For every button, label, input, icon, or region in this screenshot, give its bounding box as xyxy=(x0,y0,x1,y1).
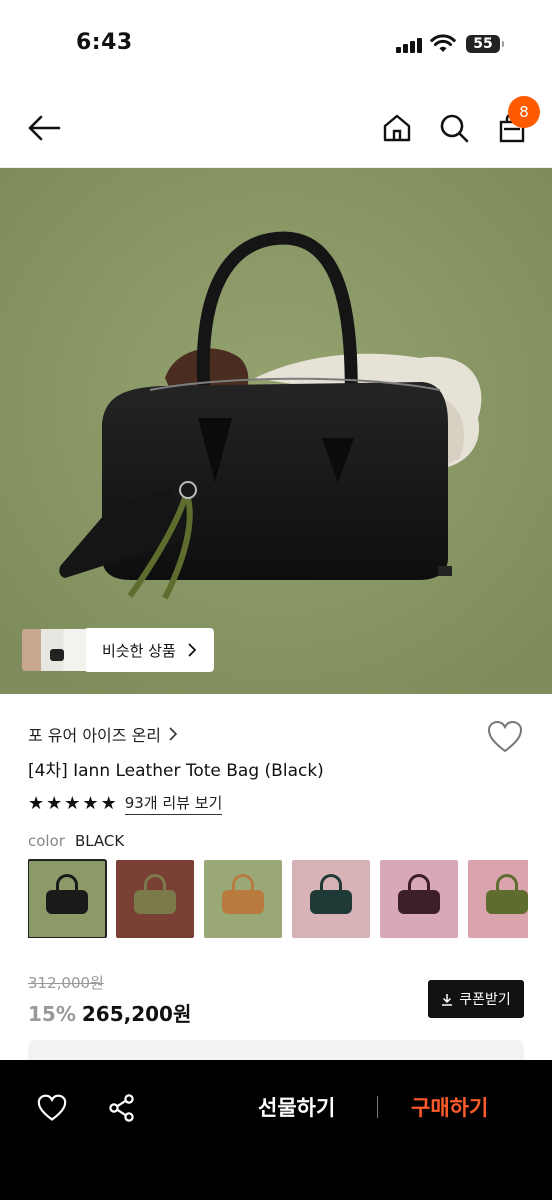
share-button[interactable] xyxy=(104,1090,140,1126)
color-selection: color BLACK xyxy=(28,832,124,850)
color-label: color xyxy=(28,832,65,850)
color-swatch[interactable] xyxy=(204,860,282,938)
star-icon: ★ xyxy=(100,792,117,814)
sale-price: 265,200원 xyxy=(81,1002,192,1026)
wifi-icon xyxy=(430,34,456,52)
rating-row: ★ ★ ★ ★ ★ 93개 리뷰 보기 xyxy=(28,792,223,815)
price-row: 15% 265,200원 xyxy=(28,998,191,1027)
heart-icon xyxy=(37,1094,67,1121)
status-bar: 6:43 55 xyxy=(0,0,552,90)
product-title: [4차] Iann Leather Tote Bag (Black) xyxy=(28,761,324,781)
similar-products-label: 비슷한 상품 xyxy=(102,641,176,660)
color-swatch[interactable] xyxy=(116,860,194,938)
cellular-signal-icon xyxy=(396,37,422,53)
brand-link[interactable]: 포 유어 아이즈 온리 xyxy=(28,722,178,746)
search-button[interactable] xyxy=(434,108,474,148)
discount-rate: 15% xyxy=(28,1002,76,1026)
like-button[interactable] xyxy=(34,1090,70,1126)
chevron-right-icon xyxy=(188,643,196,657)
home-button[interactable] xyxy=(377,108,417,148)
home-icon xyxy=(383,114,411,142)
color-swatches xyxy=(28,858,528,938)
search-icon xyxy=(440,114,469,143)
star-icon: ★ xyxy=(46,792,63,814)
chevron-right-icon xyxy=(169,727,178,741)
coupon-label: 쿠폰받기 xyxy=(459,992,511,1008)
wishlist-heart-icon[interactable] xyxy=(487,720,523,754)
divider xyxy=(377,1096,378,1118)
tote-bag-photo xyxy=(0,168,552,694)
share-icon xyxy=(109,1094,134,1122)
coupon-button[interactable]: 쿠폰받기 xyxy=(428,980,524,1018)
color-swatch[interactable] xyxy=(292,860,370,938)
buy-button[interactable]: 구매하기 xyxy=(411,1090,488,1126)
similar-products-button[interactable]: 비슷한 상품 xyxy=(84,628,214,672)
download-icon xyxy=(442,993,453,1006)
similar-products[interactable]: 비슷한 상품 xyxy=(22,628,214,672)
star-icon: ★ xyxy=(82,792,99,814)
review-link[interactable]: 93개 리뷰 보기 xyxy=(124,792,223,815)
original-price: 312,000원 xyxy=(28,974,104,992)
bottom-action-bar: 선물하기 구매하기 xyxy=(0,1060,552,1200)
gift-button[interactable]: 선물하기 xyxy=(258,1090,335,1126)
color-value: BLACK xyxy=(74,832,125,850)
color-swatch[interactable] xyxy=(380,860,458,938)
status-time: 6:43 xyxy=(76,30,133,55)
star-icon: ★ xyxy=(64,792,81,814)
arrow-left-icon xyxy=(28,115,61,141)
similar-products-thumbnail xyxy=(22,629,86,671)
brand-name: 포 유어 아이즈 온리 xyxy=(28,726,162,745)
color-swatch[interactable] xyxy=(468,860,528,938)
color-swatch[interactable] xyxy=(28,859,107,938)
top-navigation xyxy=(0,90,552,168)
battery-icon: 55 xyxy=(466,35,504,53)
star-icon: ★ xyxy=(28,792,45,814)
product-image[interactable]: 비슷한 상품 xyxy=(0,168,552,694)
back-button[interactable] xyxy=(24,108,64,148)
cart-count-badge: 8 xyxy=(508,96,540,128)
